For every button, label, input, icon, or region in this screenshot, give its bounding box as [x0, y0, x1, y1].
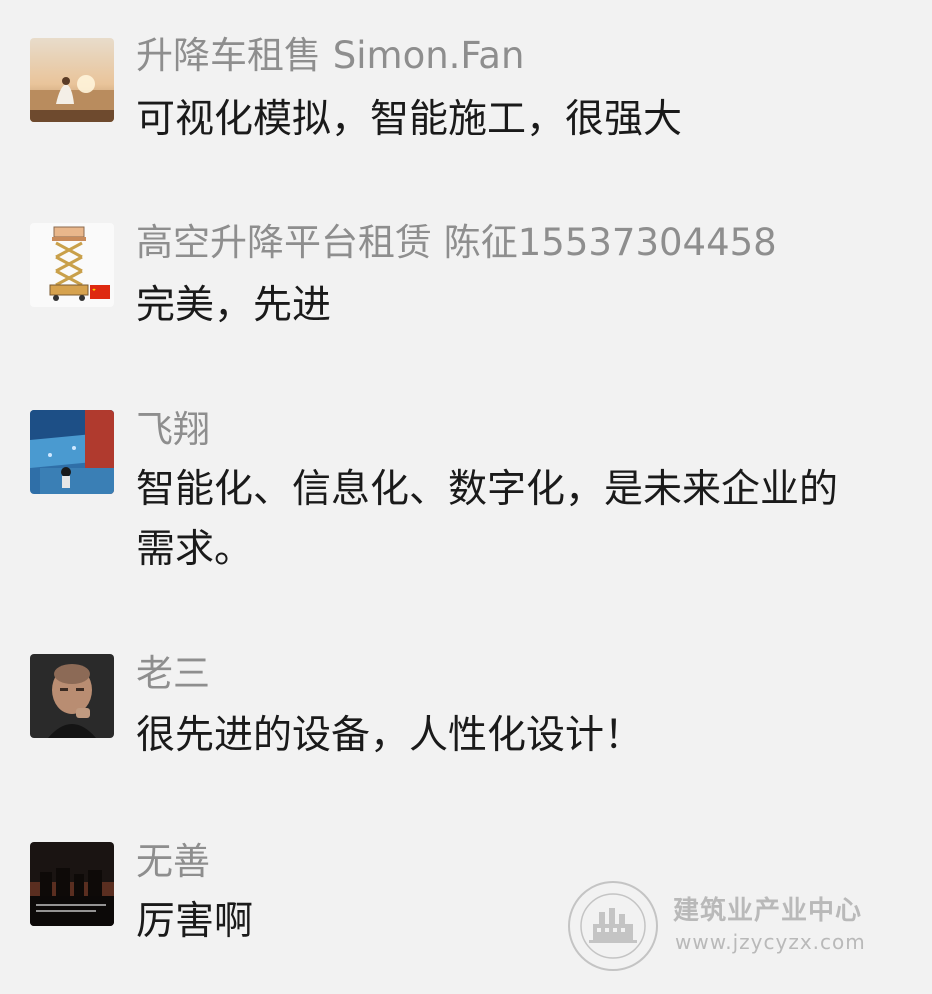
man-portrait-photo-icon: [30, 654, 114, 738]
dark-quote-photo-icon: [30, 842, 114, 926]
list-item: 老三 很先进的设备，人性化设计！: [0, 630, 932, 820]
avatar[interactable]: [30, 410, 114, 494]
list-item: 升降车租售 Simon.Fan 可视化模拟，智能施工，很强大: [0, 0, 932, 190]
commenter-name[interactable]: 老三: [136, 652, 210, 696]
commenter-name[interactable]: 飞翔: [136, 408, 210, 452]
comment-text: 完美，先进: [136, 283, 332, 328]
watermark-title: 建筑业产业中心: [673, 896, 863, 926]
commenter-name[interactable]: 无善: [136, 840, 210, 884]
aquarium-photo-icon: [30, 410, 114, 494]
comment-text-line-2: 需求。: [136, 527, 254, 572]
scissor-lift-photo-icon: [30, 223, 114, 307]
comment-text: 很先进的设备，人性化设计！: [136, 713, 644, 758]
commenter-name[interactable]: 升降车租售 Simon.Fan: [136, 34, 524, 78]
commenter-name[interactable]: 高空升降平台租赁 陈征15537304458: [136, 221, 777, 265]
list-item: 飞翔 智能化、信息化、数字化，是未来企业的 需求。: [0, 390, 932, 630]
sunset-photo-icon: [30, 38, 114, 122]
building-seal-icon: [568, 881, 658, 971]
avatar[interactable]: [30, 842, 114, 926]
watermark-url: www.jzycyzx.com: [675, 930, 866, 954]
comment-list: 升降车租售 Simon.Fan 可视化模拟，智能施工，很强大 高空升降平台租赁 …: [0, 0, 932, 994]
avatar[interactable]: [30, 654, 114, 738]
watermark: 建筑业产业中心 www.jzycyzx.com: [565, 878, 925, 978]
avatar[interactable]: [30, 223, 114, 307]
comment-text: 可视化模拟，智能施工，很强大: [136, 97, 683, 142]
comment-text-line-1: 智能化、信息化、数字化，是未来企业的: [136, 467, 839, 512]
list-item: 高空升降平台租赁 陈征15537304458 完美，先进: [0, 190, 932, 380]
avatar[interactable]: [30, 38, 114, 122]
